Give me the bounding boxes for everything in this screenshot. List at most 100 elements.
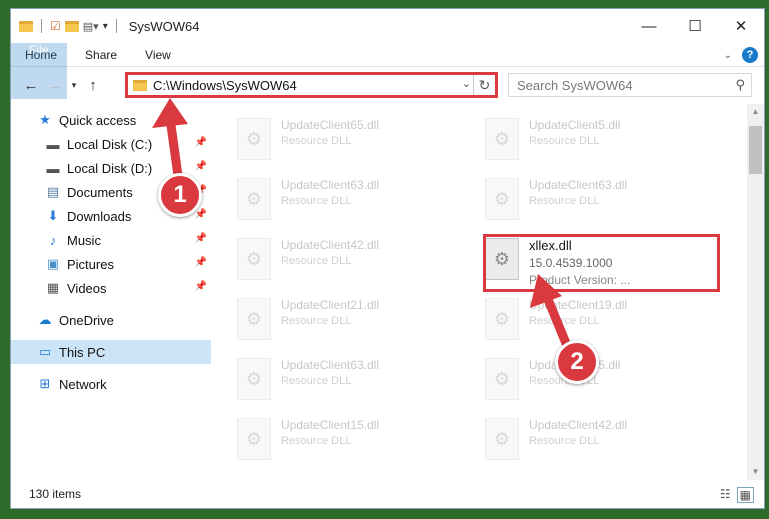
file-description: Resource DLL [529,135,600,147]
sidebar-item-videos[interactable]: ▦ Videos 📌 [11,276,211,300]
file-name: UpdateClient65.dll [281,118,380,132]
dll-file-icon: ⚙ [237,178,271,220]
list-item[interactable]: ⚙ UpdateClient63.dll Resource DLL [217,354,447,410]
explorer-window: ☑ ▤▾ ▾ SysWOW64 — ☐ ✕ File Home Share Vi… [10,8,765,509]
tab-view[interactable]: View [131,43,185,66]
file-description: Resource DLL [281,435,352,447]
file-description: Resource DLL [529,435,600,447]
pin-icon: 📌 [194,161,207,172]
file-name: UpdateClient63.dll [529,178,628,192]
file-name: UpdateClient15.dll [281,418,380,432]
list-item[interactable]: ⚙ UpdateClient15.dll Resource DLL [217,414,447,470]
properties-icon[interactable]: ☑ [50,19,61,33]
search-icon[interactable]: ⚲ [735,77,745,93]
sidebar-item-pictures[interactable]: ▣ Pictures 📌 [11,252,211,276]
list-item[interactable]: ⚙ UpdateClient63.dll Resource DLL [465,174,695,230]
sidebar-item-label: Quick access [59,112,137,128]
chevron-down-icon[interactable]: ⌄ [462,77,471,90]
main-area: ★ Quick access ▬ Local Disk (C:) 📌 ▬ Loc… [11,104,764,480]
list-item[interactable]: ⚙ UpdateClient63.dll Resource DLL [217,174,447,230]
file-name: UpdateClient63.dll [281,178,380,192]
separator [41,19,42,33]
dll-file-icon: ⚙ [485,118,519,160]
search-placeholder: Search SysWOW64 [517,77,633,93]
up-button[interactable]: ↑ [81,77,105,94]
step-1-badge: 1 [158,173,202,217]
scroll-down-icon[interactable]: ▼ [747,463,764,480]
pin-icon: 📌 [194,233,207,244]
list-item[interactable]: ⚙ UpdateClient42.dll Resource DLL [465,414,695,470]
sidebar-item-this-pc[interactable]: ▭ This PC [11,340,211,364]
sidebar-item-network[interactable]: ⊞ Network [11,372,211,396]
large-icons-view-icon[interactable]: ▦ [736,487,754,503]
tab-share[interactable]: Share [71,43,131,66]
address-path[interactable]: C:\Windows\SysWOW64 [153,78,297,93]
search-input[interactable]: Search SysWOW64 ⚲ [508,73,752,97]
file-name: UpdateClient19.dll [529,298,628,312]
expand-ribbon-icon[interactable]: ⌄ [724,50,732,61]
sidebar-item-onedrive[interactable]: ☁ OneDrive [11,308,211,332]
file-description: Resource DLL [281,255,352,267]
sidebar-item-label: Videos [67,280,107,296]
dll-file-icon: ⚙ [237,418,271,460]
forward-button[interactable]: → [43,77,67,94]
sidebar-item-local-disk-c[interactable]: ▬ Local Disk (C:) 📌 [11,132,211,156]
ribbon-tabs: File Home Share View ⌄ ? [11,43,764,99]
file-description: Resource DLL [281,135,352,147]
new-folder-icon[interactable] [64,20,79,32]
details-view-icon[interactable]: ☷ [720,487,731,503]
network-icon: ⊞ [39,376,51,391]
view-options-icon[interactable]: ▤▾ [83,20,99,33]
list-item[interactable]: ⚙ UpdateClient65.dll Resource DLL [217,114,447,170]
pictures-icon: ▣ [46,256,60,271]
dll-file-icon: ⚙ [485,418,519,460]
dll-file-icon: ⚙ [237,298,271,340]
folder-icon [133,79,147,91]
highlight-box [483,234,720,292]
dll-file-icon: ⚙ [485,298,519,340]
sidebar-item-music[interactable]: ♪ Music 📌 [11,228,211,252]
refresh-icon[interactable]: ↻ [473,75,495,95]
vertical-scrollbar[interactable]: ▲ ▼ [747,104,764,480]
navigation-pane: ★ Quick access ▬ Local Disk (C:) 📌 ▬ Loc… [11,104,211,480]
dll-file-icon: ⚙ [237,238,271,280]
downloads-icon: ⬇ [47,208,59,223]
file-name: UpdateClient21.dll [281,298,380,312]
window-controls: — ☐ ✕ [626,9,764,43]
sidebar-item-label: This PC [59,344,106,360]
scrollbar-thumb[interactable] [749,126,762,174]
documents-icon: ▤ [46,184,60,199]
list-item[interactable]: ⚙ UpdateClient42.dll Resource DLL [217,234,447,290]
list-item[interactable]: ⚙ UpdateClient21.dll Resource DLL [217,294,447,350]
file-name: UpdateClient42.dll [529,418,628,432]
list-item[interactable]: ⚙ UpdateClient5.dll Resource DLL [465,114,695,170]
pin-icon: 📌 [194,209,207,220]
file-description: Resource DLL [529,315,600,327]
sidebar-item-label: Pictures [67,256,114,272]
file-description: Resource DLL [529,195,600,207]
file-list: ⚙ UpdateClient65.dll Resource DLL ⚙ Updat… [217,104,746,480]
folder-icon [19,20,33,32]
quick-access-toolbar: ☑ ▤▾ ▾ [11,9,121,43]
sidebar-item-label: Documents [67,184,133,200]
recent-locations-icon[interactable]: ▾ [67,80,81,91]
dll-file-icon: ⚙ [237,358,271,400]
sidebar-item-quick-access[interactable]: ★ Quick access [11,108,211,132]
separator [115,19,117,33]
close-button[interactable]: ✕ [718,9,764,43]
back-button[interactable]: ← [19,77,43,94]
address-bar[interactable]: C:\Windows\SysWOW64 ⌄ ↻ [125,72,498,98]
help-icon[interactable]: ? [742,47,758,63]
customize-toolbar-icon[interactable]: ▾ [103,21,108,32]
item-count: 130 items [29,487,82,501]
title-bar: ☑ ▤▾ ▾ SysWOW64 — ☐ ✕ [11,9,764,43]
scroll-up-icon[interactable]: ▲ [747,104,764,121]
maximize-button[interactable]: ☐ [672,9,718,43]
pin-icon: 📌 [194,137,207,148]
sidebar-item-label: Music [67,232,101,248]
address-row: ← → ▾ ↑ C:\Windows\SysWOW64 ⌄ ↻ Search S… [11,67,764,103]
status-bar: 130 items ☷ ▦ [11,480,764,508]
sidebar-item-label: Network [59,376,107,392]
minimize-button[interactable]: — [626,9,672,43]
drive-icon: ▬ [46,160,60,176]
